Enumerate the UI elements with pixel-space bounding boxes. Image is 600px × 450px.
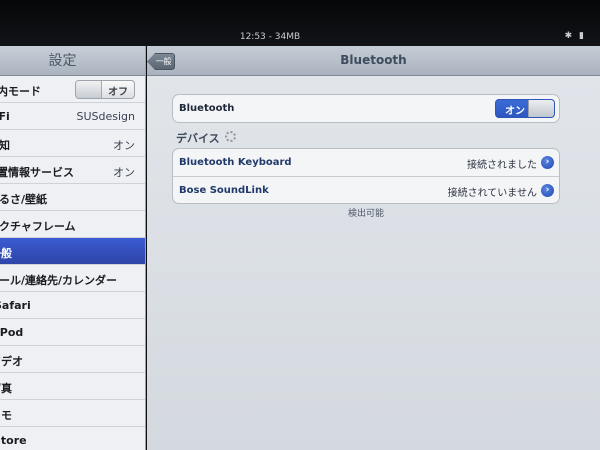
bluetooth-label: Bluetooth — [179, 103, 235, 114]
bluetooth-detail-pane: 一般 Bluetooth Bluetooth オン デバイス Bluetooth… — [147, 46, 600, 450]
device-status: 接続されました — [467, 160, 537, 171]
toggle-label: オフ — [108, 87, 128, 98]
sidebar-item-label: iPod — [0, 326, 24, 339]
activity-spinner-icon — [225, 131, 236, 142]
status-icons: ✱ ▮ — [564, 31, 586, 41]
sidebar-item-value: オン — [113, 139, 135, 152]
sidebar-item-notes[interactable]: メモ — [0, 400, 145, 427]
navigation-bar: 一般 Bluetooth — [147, 46, 600, 76]
sidebar-item-wifi[interactable]: Wi-Fi SUSdesign — [0, 103, 145, 130]
sidebar-item-label: 機内モード — [0, 85, 41, 98]
devices-section-header: デバイス — [176, 132, 220, 145]
sidebar-item-picture-frame[interactable]: ピクチャフレーム — [0, 211, 145, 238]
sidebar-item-location-services[interactable]: 位置情報サービス オン — [0, 157, 145, 184]
device-name: Bose SoundLink — [179, 185, 269, 196]
device-list: Bluetooth Keyboard 接続されました › Bose SoundL… — [172, 148, 560, 204]
device-status: 接続されていません — [447, 188, 537, 199]
bluetooth-toggle-group: Bluetooth オン — [172, 94, 560, 123]
sidebar-item-ipod[interactable]: iPod — [0, 319, 145, 346]
sidebar-item-label: Store — [0, 434, 27, 447]
sidebar-item-label: ビデオ — [0, 355, 23, 368]
device-name: Bluetooth Keyboard — [179, 157, 292, 168]
sidebar-item-label: 写真 — [0, 382, 12, 395]
toggle-knob — [528, 100, 554, 117]
sidebar-item-value: オン — [113, 166, 135, 179]
sidebar-item-label: 位置情報サービス — [0, 166, 74, 179]
sidebar-item-label: Wi-Fi — [0, 110, 10, 123]
sidebar-item-airplane-mode[interactable]: 機内モード オフ — [0, 76, 145, 103]
settings-sidebar: 設定 機内モード オフ Wi-Fi SUSdesign 通知 オン 位置情報サー… — [0, 46, 146, 450]
sidebar-title: 設定 — [48, 53, 77, 69]
device-row[interactable]: Bose SoundLink 接続されていません › — [173, 176, 559, 203]
sidebar-item-general[interactable]: 一般 — [0, 238, 145, 265]
sidebar-item-label: メモ — [0, 409, 12, 422]
sidebar-item-label: 明るさ/壁紙 — [0, 193, 48, 206]
sidebar-item-notifications[interactable]: 通知 オン — [0, 130, 145, 157]
airplane-mode-toggle[interactable]: オフ — [75, 80, 135, 99]
status-time: 12:53 - 34MB — [239, 32, 301, 42]
page-title: Bluetooth — [340, 53, 407, 67]
bluetooth-row: Bluetooth オン — [173, 95, 559, 122]
bluetooth-toggle[interactable]: オン — [495, 99, 555, 118]
sidebar-item-label: 通知 — [0, 139, 10, 152]
sidebar-item-value: SUSdesign — [76, 110, 135, 123]
status-bar: 12:53 - 34MB ✱ ▮ — [0, 0, 600, 46]
sidebar-item-store[interactable]: Store — [0, 427, 145, 450]
sidebar-header: 設定 — [0, 46, 145, 76]
sidebar-item-brightness-wallpaper[interactable]: 明るさ/壁紙 — [0, 184, 145, 211]
discoverable-note: 検出可能 — [347, 209, 384, 219]
sidebar-item-safari[interactable]: Safari — [0, 292, 145, 319]
sidebar-item-label: Safari — [0, 299, 31, 312]
sidebar-item-label: メール/連絡先/カレンダー — [0, 274, 118, 287]
sidebar-item-label: 一般 — [0, 247, 12, 260]
toggle-label: オン — [505, 106, 525, 117]
chevron-right-icon[interactable]: › — [541, 156, 554, 169]
sidebar-item-photos[interactable]: 写真 — [0, 373, 145, 400]
sidebar-item-label: ピクチャフレーム — [0, 220, 76, 233]
chevron-right-icon[interactable]: › — [541, 184, 554, 197]
device-row[interactable]: Bluetooth Keyboard 接続されました › — [173, 149, 559, 176]
toggle-knob — [76, 81, 102, 98]
sidebar-item-mail-contacts-calendar[interactable]: メール/連絡先/カレンダー — [0, 265, 145, 292]
sidebar-item-video[interactable]: ビデオ — [0, 346, 145, 373]
